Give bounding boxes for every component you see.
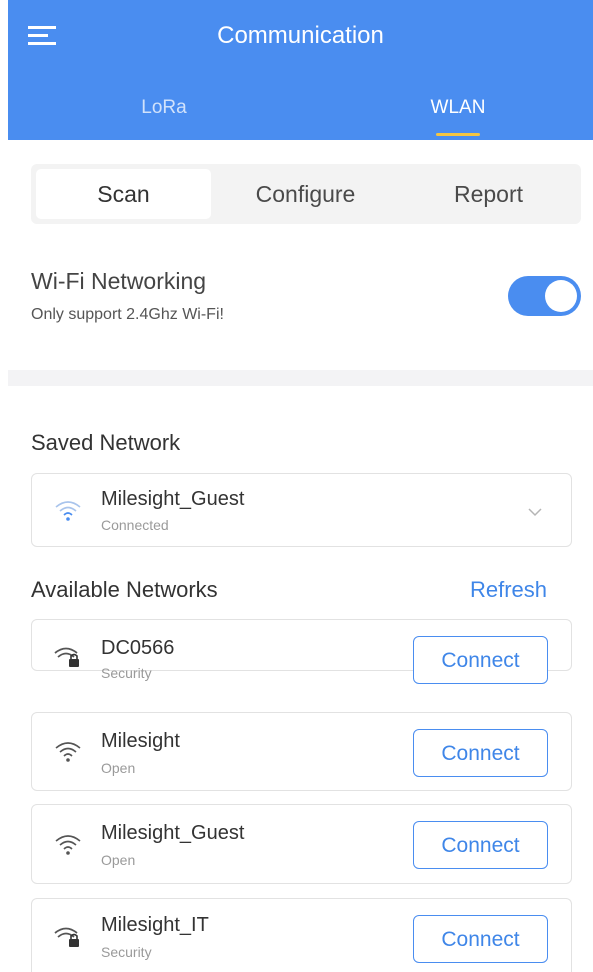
connect-button[interactable]: Connect xyxy=(413,729,548,777)
segment-report[interactable]: Report xyxy=(401,169,576,219)
chevron-down-icon[interactable] xyxy=(527,504,543,517)
network-security: Security xyxy=(101,665,152,681)
connect-button[interactable]: Connect xyxy=(413,915,548,963)
saved-network-name: Milesight_Guest xyxy=(101,488,245,510)
network-row[interactable]: Milesight_Guest Open Connect xyxy=(31,804,572,884)
connect-button[interactable]: Connect xyxy=(413,636,548,684)
saved-network-card[interactable]: Milesight_Guest Connected xyxy=(31,473,572,547)
tab-wlan[interactable]: WLAN xyxy=(408,92,508,138)
wifi-icon xyxy=(54,833,82,857)
network-name: Milesight xyxy=(101,730,180,752)
wifi-lock-icon xyxy=(54,645,82,669)
tab-lora[interactable]: LoRa xyxy=(114,92,214,138)
wifi-networking-title: Wi-Fi Networking xyxy=(31,268,207,294)
network-security: Open xyxy=(101,760,136,776)
network-row[interactable]: Milesight_IT Security Connect xyxy=(31,898,572,972)
tab-wlan-label: WLAN xyxy=(430,97,486,118)
network-row[interactable]: Milesight Open Connect xyxy=(31,712,572,791)
wifi-networking-subtitle: Only support 2.4Ghz Wi-Fi! xyxy=(31,306,224,323)
saved-network-status: Connected xyxy=(101,517,169,533)
network-security: Security xyxy=(101,944,152,960)
network-name: Milesight_Guest xyxy=(101,822,245,844)
toggle-knob xyxy=(545,280,577,312)
segmented-control: Scan Configure Report xyxy=(31,164,581,224)
saved-network-heading: Saved Network xyxy=(31,430,181,455)
app-header: Communication LoRa WLAN xyxy=(8,0,593,140)
tab-lora-label: LoRa xyxy=(141,97,187,118)
wifi-networking-toggle[interactable] xyxy=(508,276,581,316)
network-row[interactable]: DC0566 Security Connect xyxy=(31,619,572,684)
wifi-icon xyxy=(54,499,82,523)
segment-scan[interactable]: Scan xyxy=(36,169,211,219)
wifi-icon xyxy=(54,740,82,764)
network-security: Open xyxy=(101,852,136,868)
network-name: Milesight_IT xyxy=(101,914,209,936)
page-title: Communication xyxy=(217,22,384,49)
active-tab-indicator xyxy=(436,133,480,136)
available-networks-heading: Available Networks xyxy=(31,577,218,602)
connect-button[interactable]: Connect xyxy=(413,821,548,869)
segment-configure[interactable]: Configure xyxy=(218,169,393,219)
wifi-lock-icon xyxy=(54,925,82,949)
refresh-button[interactable]: Refresh xyxy=(470,577,547,603)
network-name: DC0566 xyxy=(101,637,175,659)
section-divider xyxy=(8,370,593,386)
